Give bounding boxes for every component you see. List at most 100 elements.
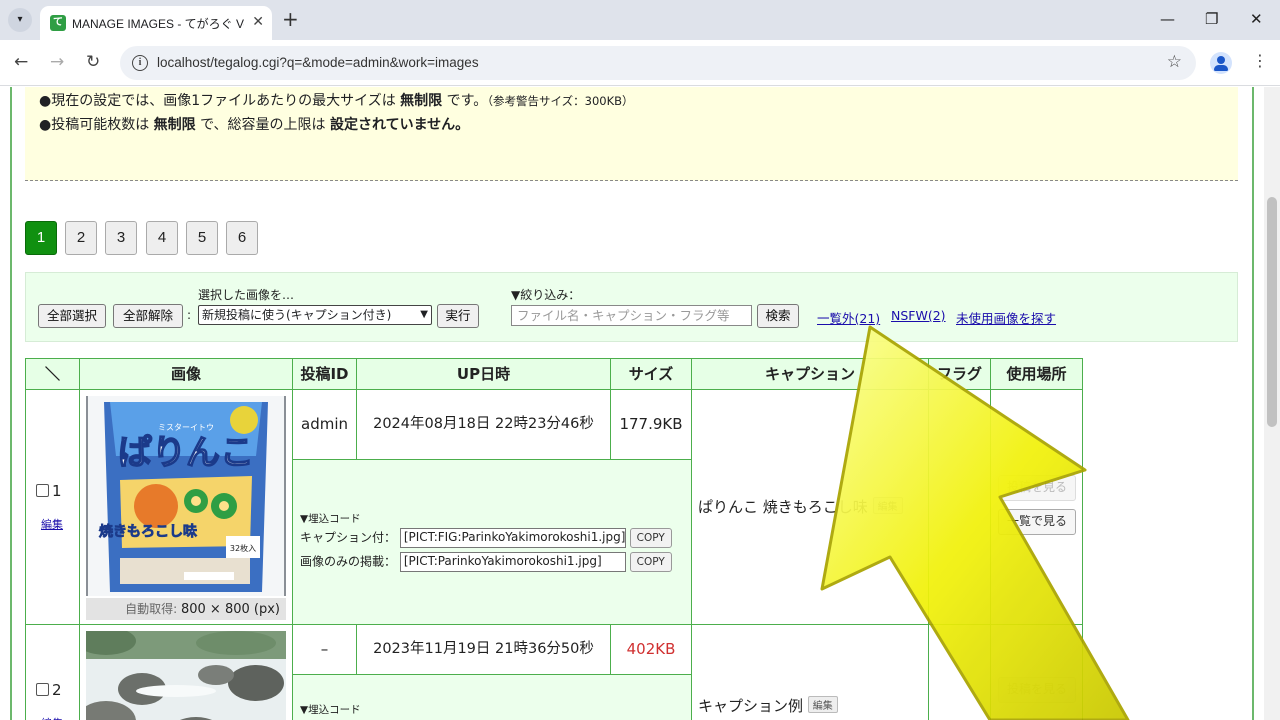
row-1-post-id: admin [292, 389, 357, 460]
table-row-2-image-cell [79, 624, 293, 720]
restore-button[interactable]: ❐ [1205, 10, 1218, 28]
search-button[interactable]: 検索 [757, 304, 799, 328]
row-2-datetime: 2023年11月19日 21時36分50秒 [356, 624, 611, 675]
address-toolbar: ← → ↻ i localhost/tegalog.cgi?q=&mode=ad… [0, 40, 1280, 86]
page-1-button[interactable]: 1 [25, 221, 57, 255]
flavor-text: 焼きもろこし味 [99, 523, 197, 540]
table-row-1-image-cell: ミスターイトウ ぱりんこ 焼きもろこし味 32枚入 自動取得: 800 × 80… [79, 389, 293, 625]
colon-separator: : [187, 308, 192, 322]
tab-search-button[interactable]: ▾ [8, 8, 32, 32]
row-1-view-post-button[interactable]: 投稿を見る [998, 475, 1076, 501]
row-1-caption-cell: ぱりんこ 焼きもろこし味 編集 [691, 389, 929, 625]
row-1-datetime: 2024年08月18日 22時23分46秒 [356, 389, 611, 460]
bulk-action-toolbar: 全部選択 全部解除 : 選択した画像を… 新規投稿に使う(キャプション付き) ▼… [25, 272, 1238, 342]
row-1-dimensions: 自動取得: 800 × 800 (px) [86, 598, 286, 620]
profile-avatar-icon[interactable] [1210, 52, 1232, 74]
header-upload-datetime: UP日時 [356, 358, 611, 390]
row-1-thumbnail[interactable]: ミスターイトウ ぱりんこ 焼きもろこし味 32枚入 [86, 396, 286, 596]
notice-line-count: ●投稿可能枚数は 無制限 で、総容量の上限は 設定されていません。 [39, 117, 470, 133]
stream-rocks-image [86, 631, 286, 720]
row-1-flag-cell [928, 389, 991, 625]
brand-text: ぱりんこ [118, 433, 254, 473]
limits-notice: ●現在の設定では、画像1ファイルあたりの最大サイズは 無制限 です。（参考警告サ… [25, 87, 1238, 181]
row-1-view-list-button[interactable]: 一覧で見る [998, 509, 1076, 535]
page-5-button[interactable]: 5 [186, 221, 218, 255]
checkbox-icon[interactable] [36, 683, 49, 696]
selected-action-label: 選択した画像を… [198, 288, 295, 302]
row-1-image-code-field[interactable]: [PICT:ParinkoYakimorokoshi1.jpg] [399, 552, 626, 572]
row-2-view-post-button[interactable]: 投稿を見る [998, 677, 1076, 703]
row-1-edit-link[interactable]: 編集 [41, 516, 63, 532]
header-flag: フラグ [928, 358, 991, 390]
row-1-caption-copy-button[interactable]: COPY [629, 528, 672, 548]
row-2-caption-edit-button[interactable]: 編集 [807, 696, 838, 713]
row-1-caption-code-field[interactable]: [PICT:FIG:ParinkoYakimorokoshi1.jpg] [399, 528, 626, 548]
page-3-button[interactable]: 3 [105, 221, 137, 255]
window-close-button[interactable]: ✕ [1250, 10, 1263, 28]
row-1-image-copy-button[interactable]: COPY [629, 552, 672, 572]
page-4-button[interactable]: 4 [146, 221, 178, 255]
row-2-size: 402KB [610, 624, 692, 675]
forward-button[interactable]: → [50, 52, 64, 72]
address-bar[interactable]: i localhost/tegalog.cgi?q=&mode=admin&wo… [120, 46, 1196, 80]
deselect-all-button[interactable]: 全部解除 [113, 304, 183, 328]
filter-label: ▼絞り込み： [511, 288, 581, 302]
row-2-edit-link[interactable]: 編集 [41, 715, 63, 720]
run-button[interactable]: 実行 [437, 304, 479, 328]
page-2-button[interactable]: 2 [65, 221, 97, 255]
new-tab-button[interactable]: + [282, 9, 299, 29]
row-2-caption-cell: キャプション例 編集 [691, 624, 929, 720]
browser-menu-icon[interactable]: ⋮ [1252, 51, 1268, 70]
url-text[interactable]: localhost/tegalog.cgi?q=&mode=admin&work… [157, 55, 479, 70]
tab-bar: ▾ て MANAGE IMAGES - てがろぐ Ver ✕ + — ❐ ✕ [0, 0, 1280, 40]
page-frame-left [0, 87, 12, 720]
filter-search-input[interactable]: ファイル名・キャプション・フラグ等 [511, 305, 752, 326]
row-1-embed-label: ▼埋込コード [300, 513, 361, 525]
minimize-button[interactable]: — [1160, 10, 1175, 28]
header-select: ＼ [25, 358, 80, 390]
unused-images-link[interactable]: 未使用画像を探す [956, 308, 1056, 327]
page-scrollbar[interactable] [1264, 87, 1280, 720]
row-2-post-id: – [292, 624, 357, 675]
back-button[interactable]: ← [14, 52, 28, 72]
row-1-checkbox[interactable]: 1 [36, 482, 62, 500]
unlisted-filter-link[interactable]: 一覧外(21) [817, 308, 880, 327]
chevron-down-icon: ▼ [420, 309, 428, 320]
snack-package-image: ミスターイトウ ぱりんこ 焼きもろこし味 32枚入 [86, 396, 286, 596]
page-viewport: ●現在の設定では、画像1ファイルあたりの最大サイズは 無制限 です。（参考警告サ… [0, 87, 1264, 720]
row-2-checkbox[interactable]: 2 [36, 681, 62, 699]
header-post-id: 投稿ID [292, 358, 357, 390]
active-tab[interactable]: て MANAGE IMAGES - てがろぐ Ver ✕ [40, 6, 272, 40]
page-6-button[interactable]: 6 [226, 221, 258, 255]
row-1-size: 177.9KB [610, 389, 692, 460]
tab-title: MANAGE IMAGES - てがろぐ Ver [72, 17, 244, 31]
bulk-action-select[interactable]: 新規投稿に使う(キャプション付き) ▼ [198, 305, 432, 325]
row-1-image-code-line: 画像のみの掲載： [PICT:ParinkoYakimorokoshi1.jpg… [300, 552, 672, 572]
nsfw-filter-link[interactable]: NSFW(2) [891, 308, 946, 323]
row-2-embed-code-cell: ▼埋込コード [292, 674, 692, 720]
notice-line-size: ●現在の設定では、画像1ファイルあたりの最大サイズは 無制限 です。（参考警告サ… [39, 93, 634, 109]
scrollbar-thumb[interactable] [1267, 197, 1277, 427]
table-row-2-select-cell: 2 編集 [25, 624, 80, 720]
row-1-caption: ぱりんこ 焼きもろこし味 編集 [698, 496, 903, 517]
site-info-icon[interactable]: i [132, 55, 148, 71]
select-all-button[interactable]: 全部選択 [38, 304, 106, 328]
table-row-1-select-cell: 1 編集 [25, 389, 80, 625]
row-2-flag-cell [928, 624, 991, 720]
reload-button[interactable]: ↻ [86, 52, 100, 72]
row-2-embed-label: ▼埋込コード [300, 704, 361, 716]
tab-close-icon[interactable]: ✕ [252, 14, 264, 30]
row-1-caption-edit-button[interactable]: 編集 [872, 497, 903, 514]
header-image: 画像 [79, 358, 293, 390]
page-frame-right [1252, 87, 1264, 720]
row-2-thumbnail[interactable] [86, 631, 286, 720]
row-1-caption-code-line: キャプション付： [PICT:FIG:ParinkoYakimorokoshi1… [300, 528, 672, 548]
header-caption: キャプション [691, 358, 929, 390]
row-2-caption: キャプション例 編集 [698, 695, 838, 716]
row-1-usage-cell: 投稿を見る 一覧で見る [990, 389, 1083, 625]
header-size: サイズ [610, 358, 692, 390]
row-2-usage-cell: 投稿を見る [990, 624, 1083, 720]
checkbox-icon[interactable] [36, 484, 49, 497]
bookmark-star-icon[interactable]: ☆ [1167, 52, 1182, 72]
site-favicon-icon: て [50, 15, 66, 31]
